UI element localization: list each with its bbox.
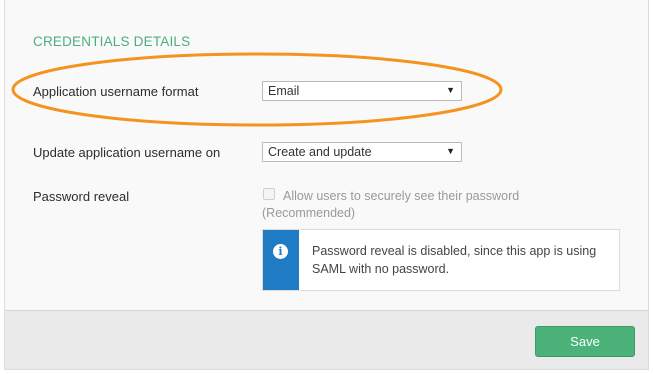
- dropdown-arrow-icon: ▼: [446, 85, 455, 95]
- update-on-select[interactable]: Create and update ▼: [262, 142, 462, 162]
- username-format-label: Application username format: [33, 84, 199, 99]
- password-reveal-recommended-note: (Recommended): [262, 206, 356, 220]
- info-icon: i: [273, 244, 288, 259]
- credentials-panel: CREDENTIALS DETAILS Application username…: [4, 0, 649, 370]
- password-reveal-checkbox-label: Allow users to securely see their passwo…: [283, 189, 520, 203]
- password-reveal-checkbox[interactable]: [263, 188, 275, 200]
- footer-bar: Save: [5, 310, 648, 369]
- update-on-label: Update application username on: [33, 145, 221, 160]
- info-message-box: i Password reveal is disabled, since thi…: [262, 229, 620, 291]
- info-bar: i: [263, 230, 299, 290]
- save-button[interactable]: Save: [535, 326, 635, 357]
- dropdown-arrow-icon: ▼: [446, 146, 455, 156]
- password-reveal-label: Password reveal: [33, 189, 130, 204]
- update-on-value: Create and update: [268, 145, 372, 159]
- section-title: CREDENTIALS DETAILS: [33, 34, 191, 49]
- username-format-select[interactable]: Email ▼: [262, 81, 462, 101]
- info-message-text: Password reveal is disabled, since this …: [312, 244, 597, 276]
- username-format-value: Email: [268, 84, 300, 98]
